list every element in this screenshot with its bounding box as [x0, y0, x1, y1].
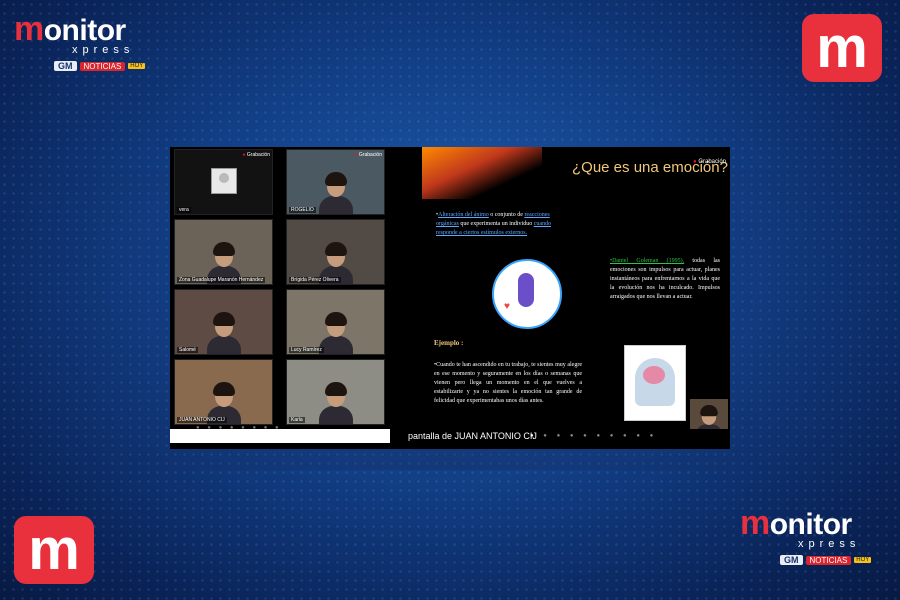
- monitor-xpress-logo-top: monitor xpress GM NOTICIAS HOY: [14, 12, 146, 73]
- logo-wordmark-rest: onitor: [43, 14, 126, 47]
- recording-indicator: Grabación: [243, 152, 270, 158]
- participant-tile[interactable]: Brígida Pérez Olivera: [286, 219, 385, 285]
- participant-name: Salomé: [177, 347, 198, 353]
- gm-label: GM: [780, 555, 803, 565]
- grid-white-bar: [170, 429, 390, 443]
- badge-letter: m: [816, 15, 868, 80]
- m-badge-bottom-left: m: [14, 516, 94, 584]
- logo-wordmark: monitor: [740, 506, 852, 541]
- definition-term: cuando: [533, 221, 552, 227]
- participant-tile[interactable]: Zona Guadalupe Maranón Hernández: [174, 219, 273, 285]
- definition-plain: que experimenta un individuo: [458, 221, 534, 227]
- hoy-label: HOY: [128, 63, 146, 69]
- example-text: •Cuando te han ascendido en tu trabajo, …: [434, 362, 582, 404]
- brain-head-image: [624, 345, 686, 421]
- gm-label: GM: [54, 61, 77, 71]
- participant-name: Brígida Pérez Olivera: [289, 277, 341, 283]
- participant-name: ROGELIO: [289, 207, 316, 213]
- logo-subtitle: xpress: [798, 538, 861, 550]
- participant-name: Zona Guadalupe Maranón Hernández: [177, 277, 266, 283]
- recording-indicator: Grabación: [355, 152, 382, 158]
- emotion-illustration: [492, 259, 562, 329]
- logo-wordmark: monitor: [14, 12, 126, 47]
- badge-letter: m: [28, 517, 80, 582]
- recording-indicator: Grabación: [693, 159, 726, 165]
- brain-icon: [643, 366, 665, 384]
- participant-name: JUAN ANTONIO CIJ: [177, 417, 227, 423]
- presenter-camera-thumbnail: [690, 399, 728, 429]
- goleman-reference: •Daniel Goleman (1995),: [610, 258, 685, 264]
- example-label: Ejemplo :: [434, 339, 464, 347]
- definition-term: responde a ciertos estímulos externos.: [436, 230, 528, 236]
- participant-video: [206, 310, 241, 354]
- participant-video: [695, 403, 723, 429]
- definition-text: •Alteración del ánimo o conjunto de reac…: [436, 211, 552, 238]
- gm-noticias-tag: GM NOTICIAS HOY: [780, 553, 872, 567]
- participant-tile[interactable]: Grabación ROGELIO: [286, 149, 385, 215]
- participant-video: [318, 380, 353, 424]
- monitor-xpress-logo-bottom: monitor xpress GM NOTICIAS HOY: [740, 506, 872, 567]
- logo-subtitle: xpress: [72, 44, 135, 56]
- logo-wordmark-rest: onitor: [769, 508, 852, 541]
- participant-name: Karla: [289, 417, 305, 423]
- definition-term: Alteración del ánimo: [438, 212, 489, 218]
- participant-grid: Grabación vera Grabación ROGELIO Zona Gu…: [174, 149, 394, 431]
- participant-video: [318, 170, 353, 214]
- screen-share-label: pantalla de JUAN ANTONIO CIJ: [408, 431, 537, 441]
- definition-plain: o conjunto de: [488, 212, 525, 218]
- participant-name: Lucy Ramírez: [289, 347, 324, 353]
- logo-m-letter: m: [740, 504, 770, 542]
- video-call-window: Grabación vera Grabación ROGELIO Zona Gu…: [170, 147, 730, 449]
- participant-name: vera: [177, 207, 191, 213]
- participant-tile[interactable]: Lucy Ramírez: [286, 289, 385, 355]
- shared-slide: ¿Que es una emoción? Grabación •Alteraci…: [422, 147, 730, 429]
- goleman-quote: •Daniel Goleman (1995), todas las emocio…: [610, 257, 720, 302]
- m-badge-top-right: m: [802, 14, 882, 82]
- avatar-placeholder-icon: [211, 168, 237, 194]
- participant-tile[interactable]: Salomé: [174, 289, 273, 355]
- logo-m-letter: m: [14, 10, 44, 48]
- gm-noticias-tag: GM NOTICIAS HOY: [54, 59, 146, 73]
- participant-tile[interactable]: Grabación vera: [174, 149, 273, 215]
- goleman-text: todas las emociones son impulsos para ac…: [610, 258, 720, 300]
- slide-page-indicator[interactable]: ● ● ● ● ● ● ● ● ● ●: [530, 433, 657, 439]
- slide-accent-shape: [422, 147, 542, 199]
- noticias-label: NOTICIAS: [79, 61, 126, 71]
- participant-tile[interactable]: JUAN ANTONIO CIJ: [174, 359, 273, 425]
- participant-tile[interactable]: Karla: [286, 359, 385, 425]
- hoy-label: HOY: [854, 557, 872, 563]
- noticias-label: NOTICIAS: [805, 555, 852, 565]
